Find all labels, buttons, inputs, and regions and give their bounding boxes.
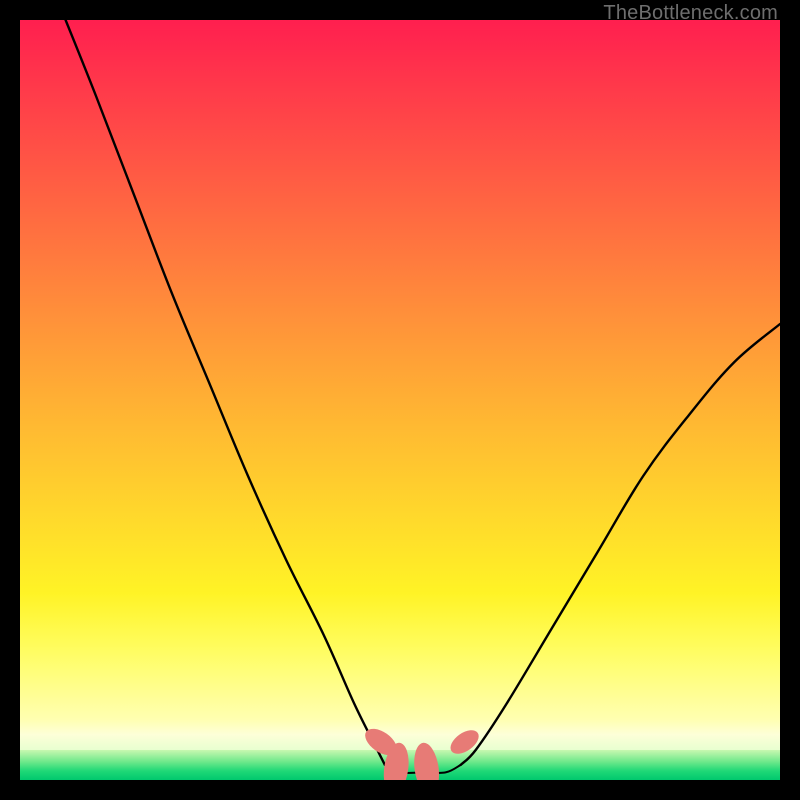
bottom-marker-3 [446, 725, 483, 758]
chart-frame: TheBottleneck.com [0, 0, 800, 800]
curve-layer [66, 20, 780, 773]
series-left-curve [66, 20, 385, 765]
chart-svg [20, 20, 780, 780]
marker-layer [361, 723, 483, 780]
series-right-curve [461, 324, 780, 765]
bottom-marker-2 [411, 741, 442, 780]
plot-area [20, 20, 780, 780]
